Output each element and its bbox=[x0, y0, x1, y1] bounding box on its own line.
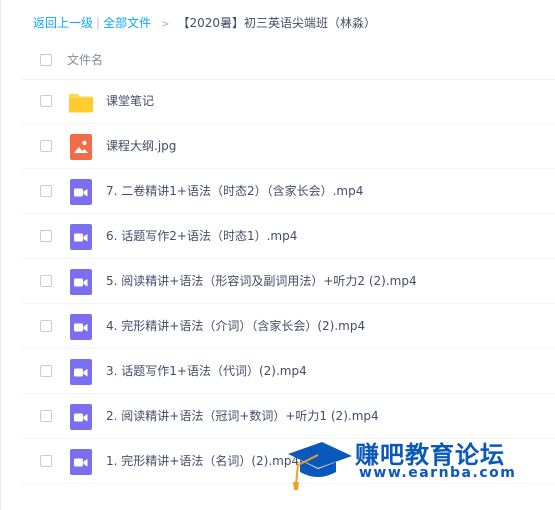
folder-icon[interactable] bbox=[68, 89, 94, 115]
row-checkbox[interactable] bbox=[40, 365, 52, 377]
breadcrumb-arrow: > bbox=[161, 19, 170, 30]
video-file-icon[interactable] bbox=[68, 404, 94, 430]
row-checkbox[interactable] bbox=[40, 275, 52, 287]
file-row[interactable]: 3. 话题写作1+语法（代词）(2).mp4 bbox=[22, 349, 555, 394]
file-name[interactable]: 7. 二卷精讲1+语法（时态2）（含家长会）.mp4 bbox=[106, 169, 363, 214]
current-folder-title: 【2020暑】初三英语尖端班（林淼） bbox=[177, 16, 377, 30]
file-name[interactable]: 课程大纲.jpg bbox=[106, 124, 176, 169]
file-name[interactable]: 课堂笔记 bbox=[106, 79, 154, 124]
file-row[interactable]: 7. 二卷精讲1+语法（时态2）（含家长会）.mp4 bbox=[22, 169, 555, 214]
file-name[interactable]: 4. 完形精讲+语法（介词）（含家长会）(2).mp4 bbox=[106, 304, 365, 349]
select-all-checkbox[interactable] bbox=[40, 54, 52, 66]
video-file-icon[interactable] bbox=[68, 269, 94, 295]
file-row[interactable]: 4. 完形精讲+语法（介词）（含家长会）(2).mp4 bbox=[22, 304, 555, 349]
image-file-icon[interactable] bbox=[68, 134, 94, 160]
video-file-icon[interactable] bbox=[68, 224, 94, 250]
row-checkbox[interactable] bbox=[40, 230, 52, 242]
row-checkbox[interactable] bbox=[40, 410, 52, 422]
video-file-icon[interactable] bbox=[68, 314, 94, 340]
folder-row[interactable]: 课堂笔记 bbox=[22, 79, 555, 124]
file-name[interactable]: 5. 阅读精讲+语法（形容词及副词用法）+听力2 (2).mp4 bbox=[106, 259, 417, 304]
all-files-link[interactable]: 全部文件 bbox=[103, 16, 151, 30]
back-link[interactable]: 返回上一级 bbox=[33, 16, 93, 30]
breadcrumb: 返回上一级 | 全部文件 > 【2020暑】初三英语尖端班（林淼） bbox=[33, 14, 376, 32]
video-file-icon[interactable] bbox=[68, 449, 94, 475]
file-row[interactable]: 6. 话题写作2+语法（时态1）.mp4 bbox=[22, 214, 555, 259]
column-header-filename[interactable]: 文件名 bbox=[67, 45, 103, 75]
file-name[interactable]: 1. 完形精讲+语法（名词）(2).mp4 bbox=[106, 439, 299, 484]
row-checkbox[interactable] bbox=[40, 95, 52, 107]
file-row[interactable]: 5. 阅读精讲+语法（形容词及副词用法）+听力2 (2).mp4 bbox=[22, 259, 555, 304]
row-checkbox[interactable] bbox=[40, 455, 52, 467]
file-row[interactable]: 课程大纲.jpg bbox=[22, 124, 555, 169]
graduation-cap-icon bbox=[288, 442, 352, 490]
row-checkbox[interactable] bbox=[40, 320, 52, 332]
row-checkbox[interactable] bbox=[40, 185, 52, 197]
left-divider bbox=[0, 0, 1, 510]
video-file-icon[interactable] bbox=[68, 359, 94, 385]
watermark: 赚吧教育论坛 www.earnba.com bbox=[284, 432, 555, 492]
row-checkbox[interactable] bbox=[40, 140, 52, 152]
video-file-icon[interactable] bbox=[68, 179, 94, 205]
file-name[interactable]: 6. 话题写作2+语法（时态1）.mp4 bbox=[106, 214, 297, 259]
watermark-url: www.earnba.com bbox=[359, 465, 517, 481]
file-name[interactable]: 3. 话题写作1+语法（代词）(2).mp4 bbox=[106, 349, 307, 394]
file-list-header: 文件名 bbox=[22, 45, 555, 80]
breadcrumb-separator: | bbox=[96, 16, 101, 30]
